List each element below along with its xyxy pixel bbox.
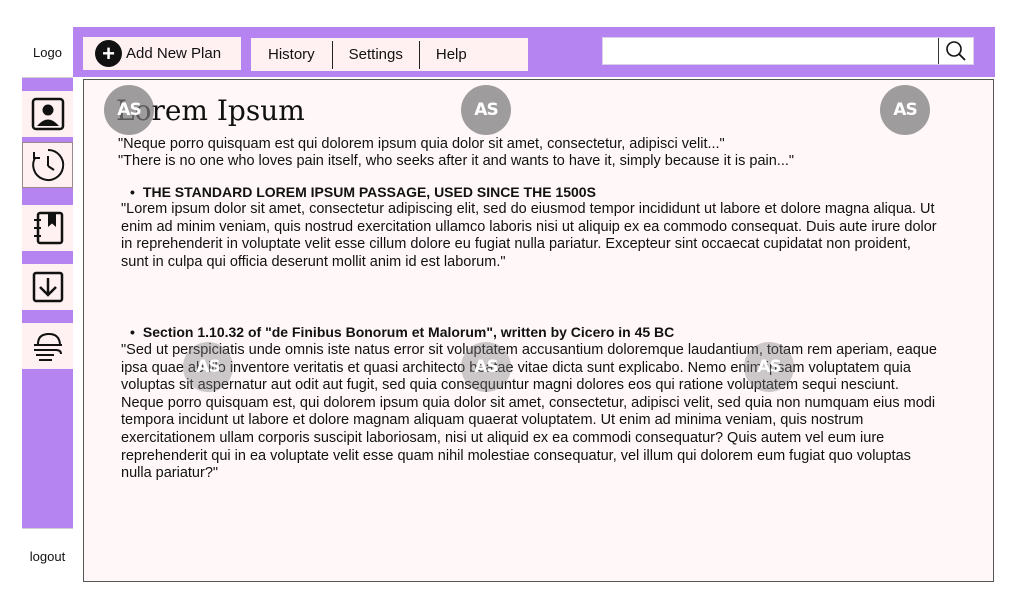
page-title: Lorem Ipsum <box>116 94 305 127</box>
section-2-heading-text: Section 1.10.32 of "de Finibus Bonorum e… <box>142 324 675 340</box>
sidebar-item-history[interactable] <box>22 142 73 188</box>
sidebar-item-weather[interactable] <box>22 323 73 369</box>
weather-wind-icon <box>33 332 62 361</box>
section-2-paragraph: "Sed ut perspiciatis unde omnis iste nat… <box>121 342 937 482</box>
plus-circle-icon: + <box>95 40 122 67</box>
sidebar-item-profile[interactable] <box>22 91 73 137</box>
bullet: • <box>130 324 135 340</box>
sidebar-item-download[interactable] <box>22 264 73 310</box>
section-2-heading: • Section 1.10.32 of "de Finibus Bonorum … <box>130 324 674 340</box>
main-content: Lorem Ipsum "Neque porro quisquam est qu… <box>83 79 994 582</box>
search-input[interactable] <box>603 38 935 64</box>
download-icon <box>32 271 63 303</box>
top-toolbar: + Add New Plan History Settings Help <box>73 27 995 77</box>
bullet: • <box>130 184 135 200</box>
section-1-heading-text: THE STANDARD LOREM IPSUM PASSAGE, USED S… <box>142 184 596 200</box>
menu-help[interactable]: Help <box>420 41 483 69</box>
sidebar: Logo logout <box>22 27 73 583</box>
clock-history-icon <box>31 148 64 181</box>
add-new-plan-button[interactable]: + Add New Plan <box>83 37 241 70</box>
add-new-plan-label: Add New Plan <box>126 45 222 62</box>
user-profile-icon <box>31 97 64 131</box>
menu-settings[interactable]: Settings <box>333 41 419 69</box>
search-bar <box>602 37 974 65</box>
sidebar-item-plans[interactable] <box>22 205 73 251</box>
section-1-heading: • THE STANDARD LOREM IPSUM PASSAGE, USED … <box>130 184 596 200</box>
quote-line-1: "Neque porro quisquam est qui dolorem ip… <box>118 136 725 152</box>
top-menu: History Settings Help <box>251 38 528 71</box>
search-button[interactable] <box>938 38 973 64</box>
section-1-paragraph: "Lorem ipsum dolor sit amet, consectetur… <box>121 201 937 270</box>
search-icon <box>946 41 966 61</box>
notebook-bookmark-icon <box>33 211 63 245</box>
menu-history[interactable]: History <box>251 41 332 69</box>
logout-button[interactable]: logout <box>22 528 73 583</box>
quote-line-2: "There is no one who loves pain itself, … <box>118 153 795 169</box>
logo: Logo <box>22 27 73 78</box>
